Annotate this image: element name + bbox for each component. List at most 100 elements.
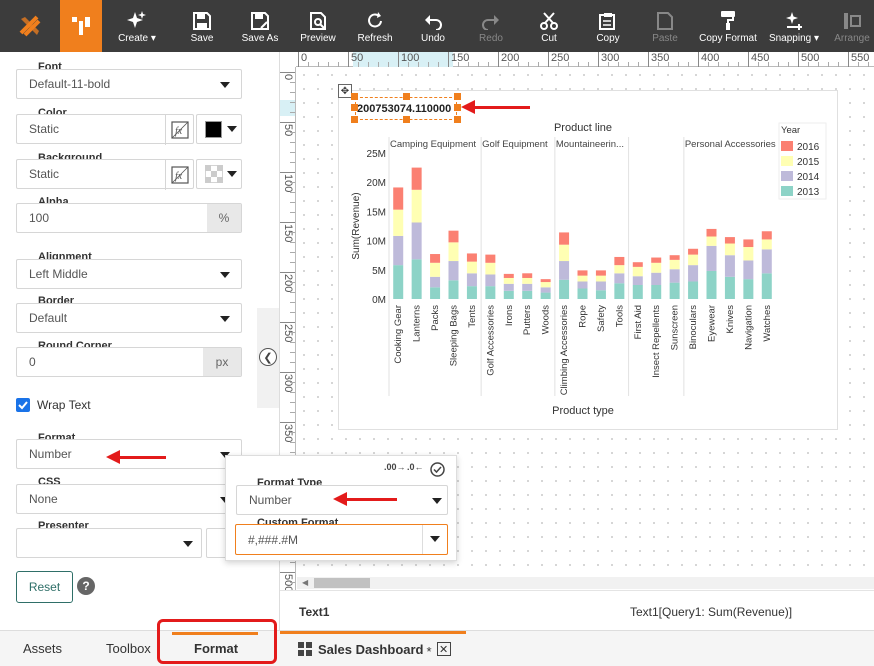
resize-handle[interactable] (403, 116, 410, 123)
preview-button[interactable]: Preview (296, 0, 340, 52)
ruler-label: 0 (301, 52, 308, 64)
snapping-button[interactable]: Snapping ▾ (764, 0, 824, 52)
ruler-top: 0 50 100 150 200 250 300 350 400 450 500 550 (296, 52, 874, 67)
copy-button[interactable]: Copy (591, 0, 625, 52)
save-button[interactable]: Save (183, 0, 221, 52)
background-mode-field[interactable]: Static fx (16, 159, 194, 190)
bar-segment (651, 272, 662, 285)
ruler-minor-tick (408, 62, 409, 67)
chart-title: Product line (554, 122, 612, 134)
tab-sales-dashboard[interactable]: Sales Dashboard * ✕ (298, 639, 451, 659)
y-tick-label: 5M (372, 266, 386, 277)
bar-segment (448, 261, 459, 281)
chart-container[interactable]: Product line Camping Equipment Golf Equipm… (338, 90, 838, 430)
y-tick-label: 10M (367, 237, 386, 248)
close-icon[interactable]: ✕ (436, 642, 451, 656)
collapse-panel-icon[interactable]: ❮ (259, 348, 277, 366)
round-corner-value: 0 (29, 355, 36, 369)
paste-button[interactable]: Paste (648, 0, 682, 52)
ruler-minor-tick (668, 62, 669, 67)
custom-format-dropdown[interactable] (422, 525, 447, 554)
copy-format-button[interactable]: Copy Format (696, 0, 760, 52)
create-button[interactable]: Create ▾ (113, 0, 161, 52)
ruler-minor-tick (318, 62, 319, 67)
redo-button[interactable]: Redo (476, 0, 506, 52)
css-select[interactable]: None (16, 484, 242, 514)
chevron-down-icon (183, 541, 193, 547)
color-swatch (205, 120, 222, 138)
bar-segment (614, 256, 625, 266)
bar-segment (669, 269, 680, 283)
move-handle-icon[interactable]: ✥ (338, 84, 352, 98)
alignment-select[interactable]: Left Middle (16, 259, 242, 289)
bar-segment (540, 292, 551, 299)
resize-handle[interactable] (454, 93, 461, 100)
copy-icon (599, 0, 617, 30)
presenter-select[interactable] (16, 528, 202, 558)
ruler-label: 300 (601, 52, 620, 64)
resize-handle[interactable] (403, 93, 410, 100)
bar-segment (522, 273, 533, 278)
ruler-minor-tick (290, 212, 295, 213)
resize-handle[interactable] (454, 116, 461, 123)
save-as-button[interactable]: Save As (236, 0, 284, 52)
font-select[interactable]: Default-11-bold (16, 69, 242, 99)
ruler-minor-tick (290, 412, 295, 413)
resize-handle[interactable] (454, 104, 461, 111)
alpha-input[interactable]: 100 % (16, 203, 242, 233)
background-picker[interactable] (196, 159, 242, 189)
chevron-down-icon (430, 536, 440, 542)
bar-segment (706, 270, 717, 299)
scroll-left-icon[interactable]: ◀ (302, 578, 308, 587)
color-picker[interactable] (196, 114, 242, 144)
horizontal-scrollbar[interactable] (297, 577, 874, 589)
arrange-button[interactable]: Arrange (832, 0, 872, 52)
bar-chart[interactable]: Product line Camping Equipment Golf Equipm… (339, 91, 839, 431)
ruler-minor-tick (290, 112, 295, 113)
round-corner-input[interactable]: 0 px (16, 347, 242, 377)
border-select[interactable]: Default (16, 303, 242, 333)
bar-segment (614, 265, 625, 274)
bar-segment (595, 275, 606, 282)
bar-segment (466, 286, 477, 299)
ruler-minor-tick (458, 62, 459, 67)
ruler-minor-tick (478, 62, 479, 67)
apply-check-icon[interactable] (430, 462, 445, 480)
save-label: Save (190, 33, 214, 44)
custom-format-input[interactable]: #,###.#M (235, 524, 448, 555)
group-header: Personal Accessories (685, 139, 776, 150)
undo-button[interactable]: Undo (418, 0, 448, 52)
wrap-text-checkbox[interactable] (16, 398, 30, 412)
chevron-down-icon (227, 126, 237, 132)
decrease-decimal-label: .0 (407, 462, 415, 472)
refresh-button[interactable]: Refresh (354, 0, 396, 52)
fx-icon[interactable]: fx (165, 160, 193, 190)
decrease-decimal-icon[interactable]: .0← (407, 462, 424, 472)
chevron-down-icon (227, 171, 237, 177)
ruler-label: 100 (401, 52, 420, 64)
tab-toolbox[interactable]: Toolbox (106, 641, 151, 656)
cut-button[interactable]: Cut (534, 0, 564, 52)
app-logo[interactable] (0, 0, 60, 52)
bar-segment (393, 209, 404, 236)
ruler-label: 50 (282, 124, 294, 137)
horizontal-scroll-thumb[interactable] (314, 578, 370, 588)
tab-assets[interactable]: Assets (23, 641, 62, 656)
ruler-tick (448, 52, 449, 67)
ruler-minor-tick (788, 62, 789, 67)
ruler-label: 250 (282, 324, 294, 343)
color-mode-field[interactable]: Static fx (16, 114, 194, 145)
increase-decimal-icon[interactable]: .00→ (384, 462, 406, 472)
fx-icon[interactable]: fx (165, 115, 193, 145)
resize-handle[interactable] (351, 93, 358, 100)
bar-segment (503, 290, 514, 299)
resize-handle[interactable] (351, 104, 358, 111)
format-select[interactable]: Number (16, 439, 242, 469)
ruler-minor-tick (368, 62, 369, 67)
resize-handle[interactable] (351, 116, 358, 123)
reset-button[interactable]: Reset (16, 571, 73, 603)
x-tick-label: Navigation (743, 305, 754, 350)
help-icon[interactable]: ? (77, 577, 95, 595)
composer-icon[interactable] (60, 0, 102, 52)
ruler-minor-tick (768, 62, 769, 67)
